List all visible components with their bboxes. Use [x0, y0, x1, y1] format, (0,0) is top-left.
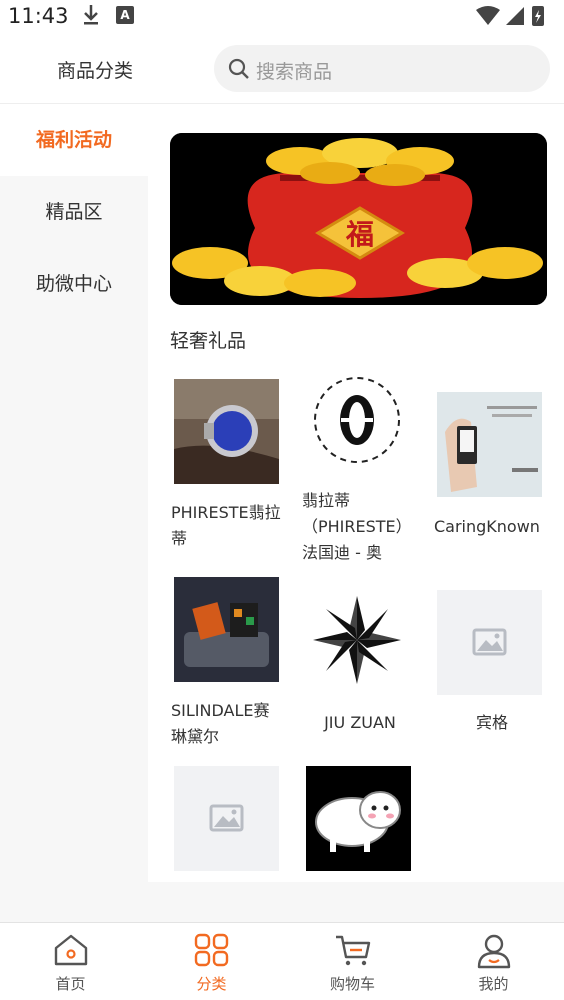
tab-profile[interactable]: 我的 — [423, 923, 564, 1000]
watch-image — [174, 379, 279, 484]
product-name: JIU ZUAN — [324, 713, 396, 732]
section-title: 轻奢礼品 — [170, 330, 247, 352]
content-footer-space — [0, 882, 564, 922]
product-name: CaringKnown — [434, 517, 540, 536]
page-title: 商品分类 — [56, 60, 133, 82]
image-placeholder — [437, 590, 542, 695]
app-screen: 11:43 A 商品分类 搜索商品 福利活动 精品区 助微中心 福 轻奢礼品 P… — [0, 0, 564, 1000]
a-notification-icon: A — [116, 6, 134, 24]
brand-logo-star — [305, 588, 410, 693]
search-bar[interactable]: 搜索商品 — [214, 45, 550, 92]
tab-home-label: 首页 — [55, 975, 86, 993]
wifi-icon — [476, 6, 500, 25]
header: 商品分类 搜索商品 — [0, 34, 564, 104]
download-icon — [82, 4, 100, 30]
cart-icon — [335, 935, 370, 966]
tab-cart[interactable]: 购物车 — [282, 923, 423, 1000]
bags-image — [174, 577, 279, 682]
image-icon — [209, 804, 244, 832]
banner-fu-glyph: 福 — [345, 218, 374, 251]
product-name: PHIRESTE翡拉蒂 — [171, 503, 281, 548]
status-bar: 11:43 A — [0, 0, 564, 34]
watch-image — [437, 392, 542, 497]
brand-logo-ring — [305, 368, 410, 473]
promo-banner[interactable]: 福 — [170, 133, 547, 305]
bottom-tab-bar: 首页 分类 购物车 我的 — [0, 922, 564, 1000]
search-icon — [228, 58, 250, 84]
tab-home[interactable]: 首页 — [0, 923, 141, 1000]
image-placeholder — [174, 766, 279, 871]
system-icons — [474, 5, 554, 31]
status-time: 11:43 — [8, 4, 69, 28]
product-name: 宾格 — [475, 713, 508, 732]
sheep-image — [306, 766, 411, 871]
battery-icon — [532, 6, 544, 26]
product-name: SILINDALE赛琳黛尔 — [171, 701, 270, 746]
search-placeholder: 搜索商品 — [256, 61, 333, 83]
home-icon — [54, 934, 87, 966]
signal-icon — [506, 7, 524, 25]
category-sidebar: 福利活动 精品区 助微中心 — [0, 104, 148, 882]
profile-icon — [477, 934, 510, 969]
tab-cart-label: 购物车 — [329, 975, 375, 993]
tab-profile-label: 我的 — [478, 975, 509, 993]
tab-category[interactable]: 分类 — [141, 923, 282, 1000]
sidebar-item-premium[interactable]: 精品区 — [0, 176, 148, 248]
category-content: 福 轻奢礼品 PHIRESTE翡拉蒂 翡拉蒂（PHIRESTE）法国迪 - 奥 … — [148, 104, 564, 882]
product-name: 翡拉蒂（PHIRESTE）法国迪 - 奥 — [302, 491, 412, 562]
sidebar-item-welfare[interactable]: 福利活动 — [0, 104, 148, 176]
image-icon — [472, 628, 507, 656]
sidebar-item-center[interactable]: 助微中心 — [0, 248, 148, 320]
tab-category-label: 分类 — [196, 975, 227, 993]
category-icon — [194, 933, 228, 967]
